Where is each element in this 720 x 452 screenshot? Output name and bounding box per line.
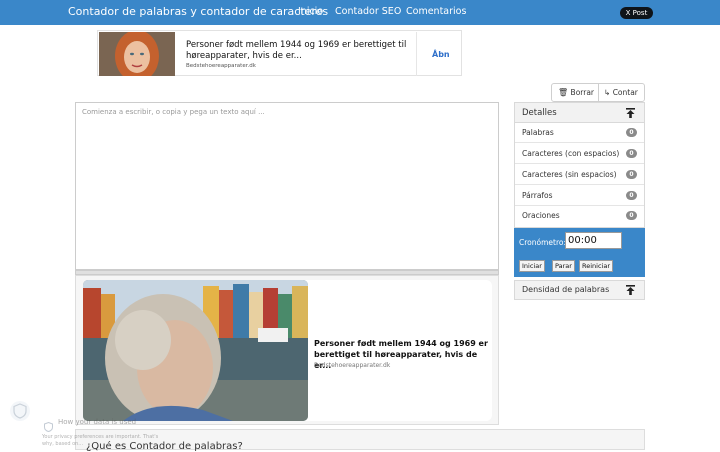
top-navbar: Contador de palabras y contador de carac…: [0, 0, 720, 25]
privacy-notice-title: How your data is used: [58, 418, 137, 426]
trash-icon: 🗑: [558, 88, 569, 97]
stat-row-parrafos: Párrafos 0: [515, 186, 644, 206]
details-title: Detalles: [522, 108, 557, 118]
nav-link-contador-seo[interactable]: Contador SEO: [335, 6, 401, 17]
collapse-up-icon[interactable]: [626, 108, 635, 121]
stopwatch-panel: Cronómetro: 00:00 Iniciar Parar Reinicia…: [514, 228, 645, 277]
start-button[interactable]: Iniciar: [519, 260, 545, 272]
stat-label: Caracteres (sin espacios): [522, 170, 617, 179]
stat-count-badge: 0: [626, 191, 637, 200]
x-post-button[interactable]: X Post: [620, 7, 653, 19]
privacy-notice-text: why, based on...: [42, 441, 84, 447]
stop-button[interactable]: Parar: [552, 260, 575, 272]
nav-link-comentarios[interactable]: Comentarios: [406, 6, 466, 17]
stat-row-oraciones: Oraciones 0: [515, 206, 644, 226]
count-label: Contar: [612, 88, 638, 97]
clear-button[interactable]: 🗑 Borrar: [558, 84, 594, 101]
editor-toolbar: 🗑 Borrar ↳ Contar: [551, 83, 645, 102]
stat-label: Oraciones: [522, 211, 560, 220]
reset-button[interactable]: Reiniciar: [579, 260, 613, 272]
details-panel: Detalles Palabras 0 Caracteres (con espa…: [514, 102, 645, 228]
stopwatch-display: 00:00: [565, 232, 622, 249]
word-density-header[interactable]: Densidad de palabras: [514, 280, 645, 300]
stat-label: Párrafos: [522, 191, 553, 200]
ad-divider: [416, 32, 417, 76]
top-ad-banner[interactable]: Personer født mellem 1944 og 1969 er ber…: [97, 30, 462, 82]
stat-count-badge: 0: [626, 211, 637, 220]
stat-row-caracteres-con-espacios: Caracteres (con espacios) 0: [515, 144, 644, 164]
stat-count-badge: 0: [626, 128, 637, 137]
stopwatch-label: Cronómetro:: [519, 238, 566, 247]
about-section-title: ¿Qué es Contador de palabras?: [86, 441, 243, 452]
stat-row-caracteres-sin-espacios: Caracteres (sin espacios) 0: [515, 165, 644, 185]
toolbar-divider: [598, 84, 599, 101]
privacy-shield-icon[interactable]: [8, 400, 32, 422]
count-button[interactable]: ↳ Contar: [604, 84, 638, 101]
ad-open-button[interactable]: Åbn: [432, 50, 450, 59]
privacy-info-icon: [44, 417, 53, 433]
clear-label: Borrar: [570, 88, 594, 97]
ad-photo-elderly-woman: [83, 280, 308, 421]
ad-source: Bedstehoereapparater.dk: [186, 63, 256, 69]
ad-photo-woman: [99, 30, 175, 82]
details-header[interactable]: Detalles: [515, 103, 644, 123]
stat-count-badge: 0: [626, 170, 637, 179]
stat-label: Palabras: [522, 128, 554, 137]
stat-count-badge: 0: [626, 149, 637, 158]
privacy-notice-text: Your privacy preferences are important. …: [42, 434, 159, 440]
arrow-icon: ↳: [604, 88, 611, 97]
inline-ad-source: Bedstehoereapparater.dk: [314, 362, 391, 369]
nav-link-inicio[interactable]: Inicio: [298, 6, 323, 17]
stat-row-palabras: Palabras 0: [515, 123, 644, 143]
inline-ad-card[interactable]: Personer født mellem 1944 og 1969 er ber…: [83, 280, 492, 421]
inline-ad-block[interactable]: Personer født mellem 1944 og 1969 er ber…: [75, 275, 499, 425]
ad-headline[interactable]: Personer født mellem 1944 og 1969 er ber…: [186, 40, 426, 62]
about-section: ¿Qué es Contador de palabras?: [75, 429, 645, 452]
collapse-up-icon[interactable]: [626, 285, 635, 298]
word-density-title: Densidad de palabras: [522, 285, 610, 294]
text-input-area[interactable]: Comienza a escribir, o copia y pega un t…: [75, 102, 499, 270]
site-brand[interactable]: Contador de palabras y contador de carac…: [68, 5, 328, 18]
stat-label: Caracteres (con espacios): [522, 149, 620, 158]
